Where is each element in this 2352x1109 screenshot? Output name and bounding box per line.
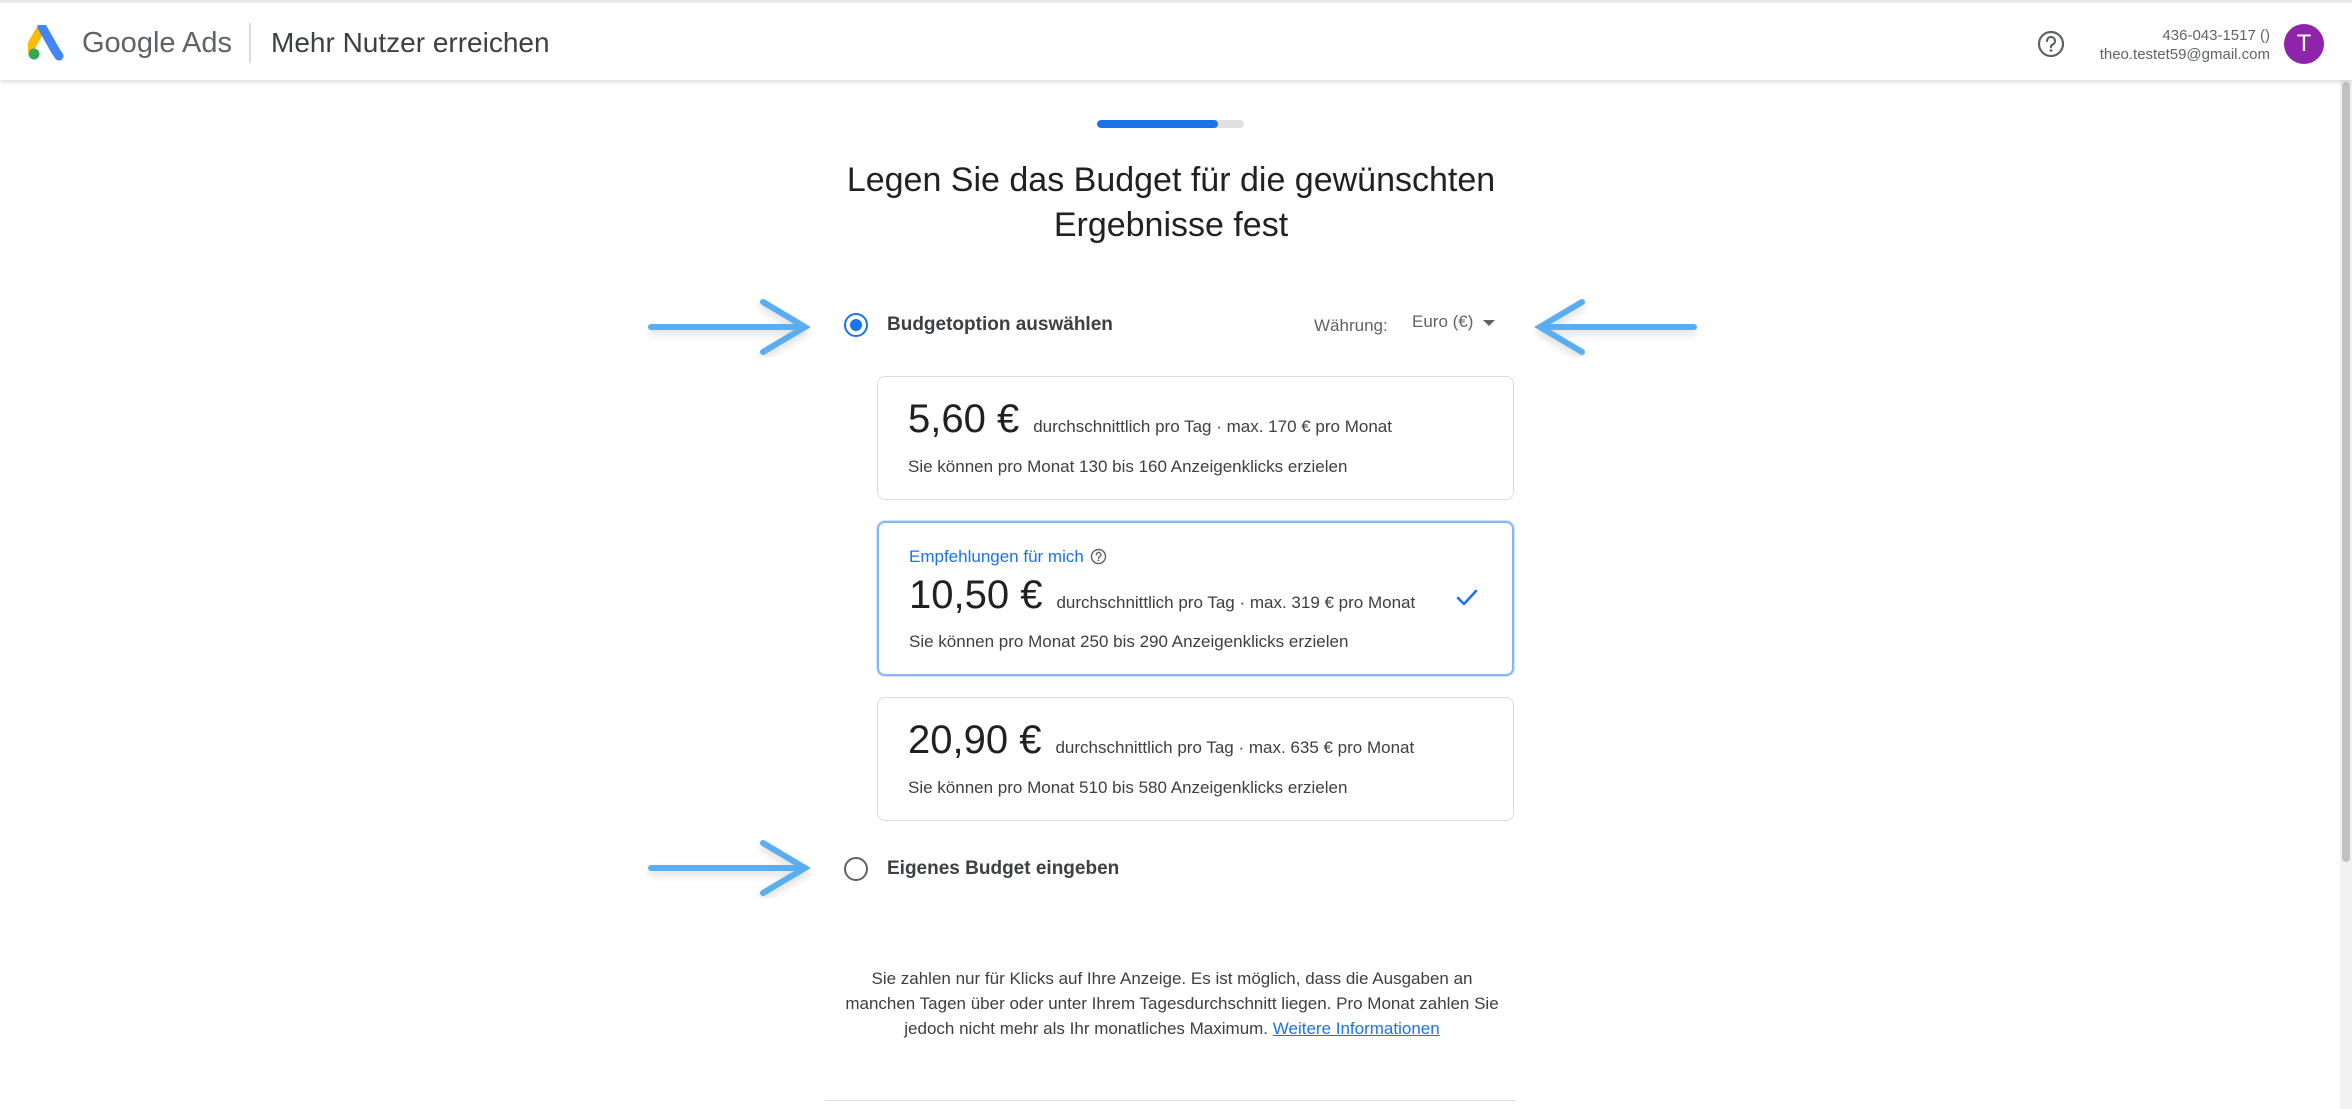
account-info[interactable]: 436-043-1517 () theo.testet59@gmail.com: [2100, 26, 2270, 64]
budget-meta: durchschnittlich pro Tag · max. 170 € pr…: [1033, 417, 1392, 436]
help-icon[interactable]: [2036, 29, 2066, 59]
budget-amount-line: 10,50 € durchschnittlich pro Tag · max. 3…: [909, 573, 1415, 618]
account-id: 436-043-1517 (): [2162, 27, 2270, 44]
app-header: Google Ads Mehr Nutzer erreichen 436-043…: [0, 0, 2352, 80]
budget-amount-line: 5,60 € durchschnittlich pro Tag · max. 17…: [908, 397, 1392, 442]
currency-dropdown[interactable]: Euro (€): [1412, 312, 1496, 340]
budget-option-label[interactable]: Budgetoption auswählen: [887, 314, 1113, 336]
section-divider: [826, 1100, 1516, 1101]
budget-card-recommended[interactable]: Empfehlungen für mich 10,50 € durchschnit…: [877, 521, 1514, 676]
checkmark-icon: [1456, 589, 1478, 606]
info-question-icon[interactable]: [1090, 548, 1107, 565]
budget-amount-line: 20,90 € durchschnittlich pro Tag · max. 6…: [908, 718, 1414, 763]
annotation-arrow-icon: [648, 299, 811, 355]
budget-amount: 5,60 €: [908, 397, 1020, 441]
budget-amount: 10,50 €: [909, 573, 1043, 617]
currency-value: Euro (€): [1412, 312, 1474, 331]
budget-card-low[interactable]: 5,60 € durchschnittlich pro Tag · max. 17…: [877, 376, 1514, 500]
scrollbar-thumb[interactable]: [2342, 82, 2350, 862]
budget-meta: durchschnittlich pro Tag · max. 635 € pr…: [1055, 738, 1415, 757]
budget-amount: 20,90 €: [908, 718, 1042, 762]
budget-option-radio[interactable]: [844, 313, 868, 337]
annotation-arrow-icon: [648, 840, 811, 896]
budget-meta: durchschnittlich pro Tag · max. 319 € pr…: [1056, 593, 1416, 612]
currency-label: Währung:: [1314, 316, 1388, 335]
step-progress-bar: [1097, 120, 1244, 128]
budget-clicks: Sie können pro Monat 510 bis 580 Anzeige…: [908, 778, 1348, 797]
custom-budget-radio[interactable]: [844, 857, 868, 881]
avatar[interactable]: T: [2284, 24, 2324, 64]
dropdown-caret-icon: [1483, 319, 1496, 326]
recommendation-label: Empfehlungen für mich: [909, 547, 1107, 567]
budget-clicks: Sie können pro Monat 130 bis 160 Anzeige…: [908, 457, 1348, 476]
page-title: Legen Sie das Budget für die gewünschten…: [846, 161, 1496, 244]
account-email: theo.testet59@gmail.com: [2099, 46, 2270, 63]
header-divider: [249, 23, 251, 63]
billing-info-text: Sie zahlen nur für Klicks auf Ihre Anzei…: [845, 969, 1499, 1038]
custom-budget-label[interactable]: Eigenes Budget eingeben: [887, 858, 1119, 880]
google-ads-logo-icon[interactable]: [28, 25, 68, 61]
annotation-arrow-icon: [1534, 299, 1697, 355]
learn-more-link[interactable]: Weitere Informationen: [1273, 1019, 1440, 1038]
product-name: Google Ads: [82, 27, 232, 59]
budget-card-high[interactable]: 20,90 € durchschnittlich pro Tag · max. 6…: [877, 697, 1514, 821]
page-heading: Mehr Nutzer erreichen: [271, 27, 550, 58]
step-progress-fill: [1097, 120, 1218, 128]
budget-clicks: Sie können pro Monat 250 bis 290 Anzeige…: [909, 632, 1349, 651]
